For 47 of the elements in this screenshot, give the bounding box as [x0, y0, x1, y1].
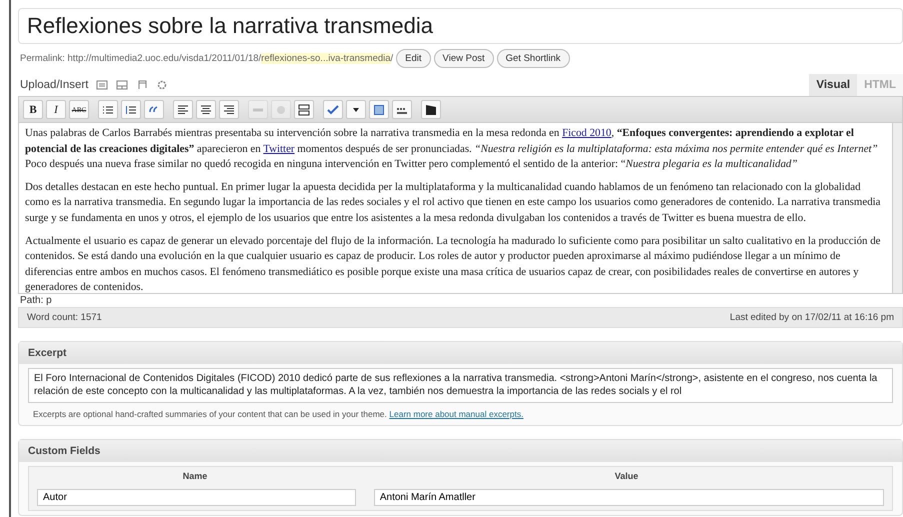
- more-tag-button[interactable]: [294, 100, 314, 119]
- upload-insert-label: Upload/Insert: [20, 79, 88, 91]
- body-paragraph: Unas palabras de Carlos Barrabés mientras presentaba su intervención sobre la narrativa transmedia en la mesa redonda en Ficod 2010, “Enfoques convergentes: aprendiendo a explotar el potencial de las creaciones digitales” aparecieron en Twitter momentos después de ser pronunciadas. “Nuestra religión es la multiplataforma: esta máxima nos permite entender qué es Internet” Poco después una nueva frase similar no quedó recogida en ninguna intervención en Twitter pero complementó el sentido de la anterior: “Nuestra plegaria es la multicanalidad”: [25, 126, 879, 172]
- post-title-field[interactable]: Reflexiones sobre la narrativa transmedia: [18, 8, 903, 44]
- fullscreen-icon: [373, 104, 385, 116]
- align-center-icon: [200, 104, 212, 116]
- numbered-list-icon: [125, 104, 137, 116]
- bullet-list-icon: [102, 104, 114, 116]
- dropdown-caret-button[interactable]: [346, 100, 366, 119]
- value-field[interactable]: Antoni Marín Amatller: [374, 489, 884, 506]
- body-paragraph: Actualmente el usuario es capaz de generar un elevado porcentaje del flujo de la información. La tecnología ha madurado lo suficiente como para posibilitar un salto cualitativo en la producción de contenidos. Se está dando una evolución en la que cualquier usuario es capaz de producir. Los roles de autor y productor pueden aproximarse al máximo pudiéndose llegar a un mínimo de diferencias entre ambos en muchos casos. El fenómeno transmediático es posible porque existe una masa crítica de usuarios capaz de crear, con posibilidades reales de convertirse en autores y generadores de contenidos.: [25, 234, 882, 293]
- align-right-icon: [223, 104, 235, 116]
- permalink-button[interactable]: View Post: [434, 49, 494, 68]
- kitchen-sink-button[interactable]: [392, 100, 412, 119]
- bullet-list-button[interactable]: [98, 100, 118, 119]
- spellcheck-button[interactable]: [323, 100, 343, 119]
- excerpt-hint: Excerpts are optional hand-crafted summaries of your content that can be used in your theme.: [33, 409, 387, 419]
- permalink-text: Permalink: http://multimedia2.uoc.edu/visda1/2011/01/18/reflexiones-so...iva-transmedia/: [20, 53, 394, 64]
- more-tag-icon: [298, 104, 310, 116]
- align-left-icon: [177, 104, 189, 116]
- column-header: Value: [614, 471, 638, 481]
- align-center-button[interactable]: [196, 100, 216, 119]
- last-edited-text: Last edited by on 17/02/11 at 16:16 pm: [730, 312, 894, 323]
- film-clapper-button[interactable]: [421, 100, 441, 119]
- body-paragraph: Dos detalles destacan en este hecho puntual. En primer lugar la apuesta decidida per la multiplataforma y la multicanalidad cuando hablamos de un fenómeno tan relacionado con la globalidad como es la narrativa transmedia. En segundo lugar la importancia de las redes sociales y el rol activo que tienen en este campo los usuarios como generadores de contenido. La narrativa transmedia surge y se fundamenta en unos y otros, el ejemplo de los usuarios que entre los asistentes a la mesa redonda divulgaban los contenidos a través de Twitter es buena muestra de ello.: [25, 180, 882, 226]
- panel-title: Custom Fields: [19, 440, 902, 462]
- name-field[interactable]: Autor: [37, 489, 356, 506]
- align-left-button[interactable]: [173, 100, 193, 119]
- excerpt-field[interactable]: El Foro Internacional de Contenidos Digitales (FICOD) 2010 dedicó parte de sus reflexiones a la narrativa transmedia. <strong>Antoni Marín</strong>, asistente en el congreso, nos cuenta la relación de este concepto con la multicanalidad y las multiplataformas. A la vez, también nos demuestra la importancia de las redes socials y el rol: [28, 368, 893, 403]
- spellcheck-icon: [327, 104, 339, 116]
- editor-tab[interactable]: Visual: [809, 74, 858, 96]
- permalink-button[interactable]: Get Shortlink: [496, 49, 570, 68]
- column-header: Name: [182, 471, 208, 481]
- permalink-button[interactable]: Edit: [396, 49, 431, 68]
- numbered-list-button[interactable]: [121, 100, 141, 119]
- italic-button[interactable]: I: [46, 100, 66, 119]
- element-path: Path: p: [19, 294, 53, 307]
- quote-button[interactable]: [144, 100, 164, 119]
- bold-button[interactable]: B: [23, 100, 43, 119]
- text-link[interactable]: Twitter: [263, 142, 295, 155]
- text-link[interactable]: Ficod 2010: [562, 127, 612, 139]
- help-link[interactable]: Learn more about manual excerpts.: [389, 409, 524, 419]
- scrollbar[interactable]: [892, 123, 902, 293]
- fullscreen-button[interactable]: [369, 100, 389, 119]
- align-right-button[interactable]: [219, 100, 239, 119]
- panel-title: Excerpt: [19, 342, 902, 364]
- word-count: Word count: 1571: [27, 312, 102, 323]
